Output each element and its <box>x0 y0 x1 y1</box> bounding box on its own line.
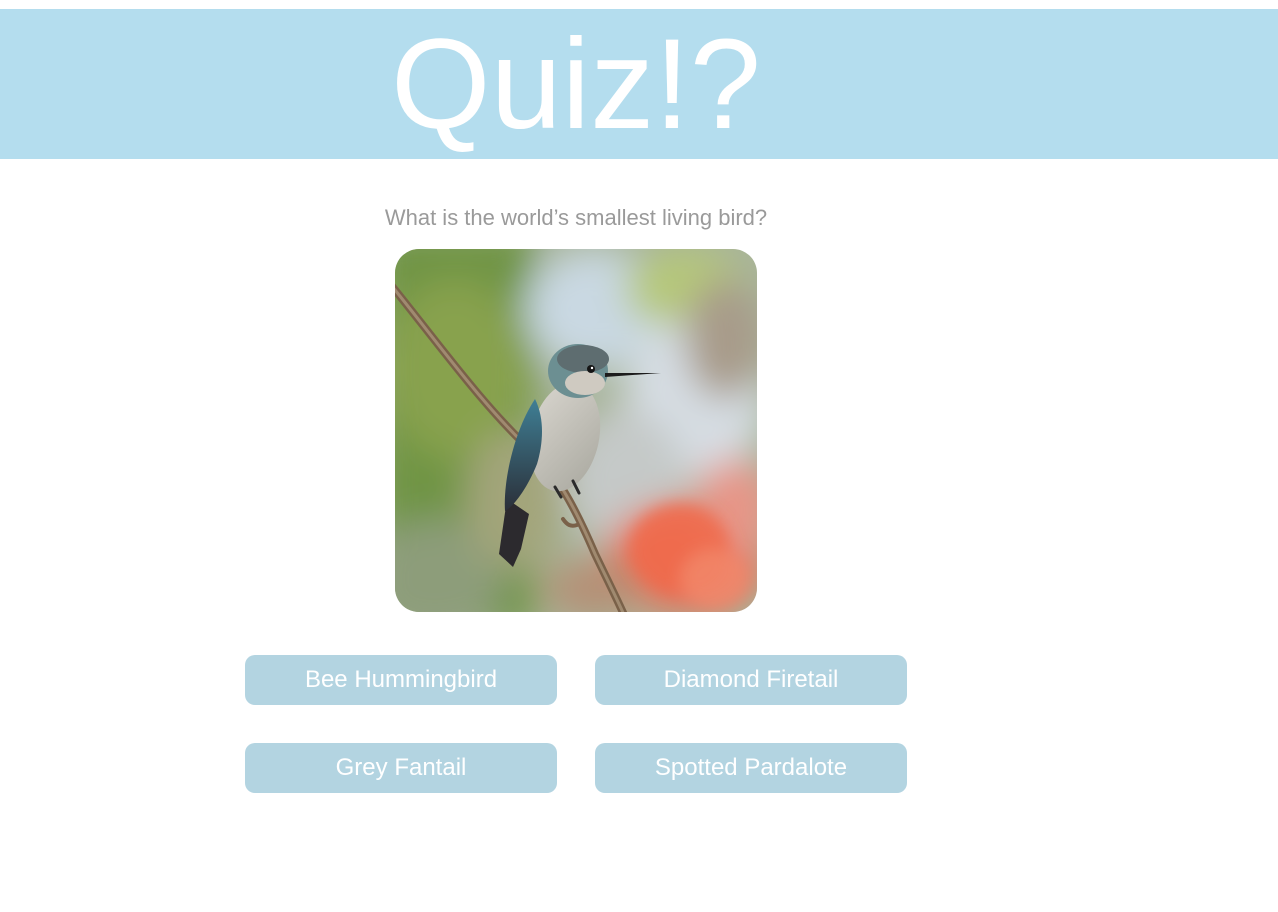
header-banner: Quiz!? <box>0 9 1278 159</box>
page-title: Quiz!? <box>391 13 761 156</box>
quiz-page: Quiz!? What is the world’s smallest livi… <box>0 0 1278 912</box>
answer-button-3[interactable]: Grey Fantail <box>245 743 557 793</box>
answer-button-2[interactable]: Diamond Firetail <box>595 655 907 705</box>
answer-button-1[interactable]: Bee Hummingbird <box>245 655 557 705</box>
hummingbird-image <box>395 249 757 612</box>
bird-photo <box>395 249 757 612</box>
answer-button-4[interactable]: Spotted Pardalote <box>595 743 907 793</box>
question-text: What is the world’s smallest living bird… <box>384 205 768 230</box>
